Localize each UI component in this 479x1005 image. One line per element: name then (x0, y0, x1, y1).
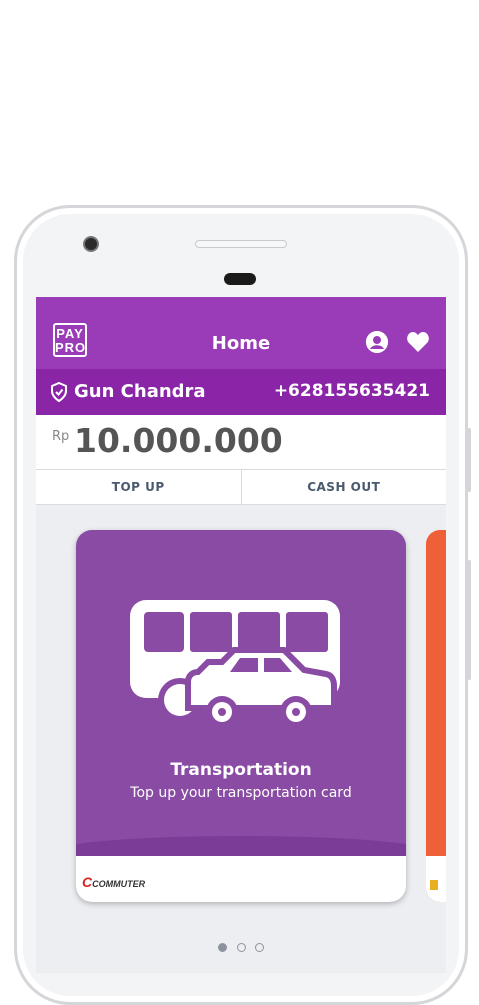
page-dot-2[interactable] (236, 943, 246, 952)
user-bar: Gun Chandra +628155635421 (36, 369, 446, 415)
power-button (466, 560, 471, 680)
top-up-button[interactable]: TOP UP (36, 470, 242, 504)
commuter-logo: CCOMMUTER (82, 874, 146, 890)
balance-panel: Rp 10.000.000 (36, 415, 446, 469)
page-dot-1[interactable] (218, 943, 228, 952)
card-subtitle: Top up your transportation card (130, 785, 352, 801)
profile-icon[interactable] (366, 331, 388, 353)
shield-icon (50, 381, 68, 403)
transportation-card[interactable]: Transportation Top up your transportatio… (76, 530, 406, 902)
bus-car-icon (130, 600, 340, 728)
wallet-actions: TOP UP CASH OUT (36, 469, 446, 505)
heart-icon[interactable] (406, 331, 430, 353)
user-phone: +628155635421 (273, 381, 430, 401)
front-camera (83, 236, 99, 252)
page-dot-3[interactable] (254, 943, 264, 952)
carousel-pagination (36, 937, 446, 956)
volume-button (466, 428, 471, 492)
user-name: Gun Chandra (74, 381, 206, 402)
speaker-grille (195, 240, 287, 248)
earpiece (224, 273, 256, 285)
app-bar: PAY PRO Home (36, 297, 446, 369)
peek-card-footer (426, 856, 446, 902)
balance-amount: 10.000.000 (74, 421, 283, 460)
next-card-peek[interactable] (426, 530, 446, 902)
balance-currency: Rp (52, 429, 70, 444)
card-title: Transportation (170, 760, 312, 780)
peek-partner-logo (430, 880, 438, 890)
app-screen: PAY PRO Home Gun Chandra +628155635421 R… (36, 297, 446, 973)
card-footer: CCOMMUTER (76, 856, 406, 902)
cash-out-button[interactable]: CASH OUT (242, 470, 447, 504)
